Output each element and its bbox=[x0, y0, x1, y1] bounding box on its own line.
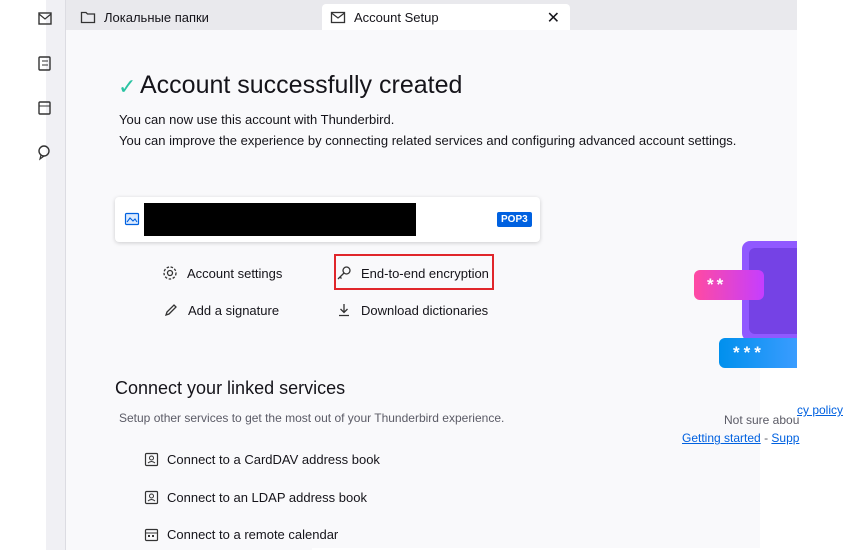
close-icon[interactable]: ✕ bbox=[547, 8, 560, 28]
download-icon bbox=[336, 302, 352, 318]
right-blank bbox=[797, 0, 843, 195]
check-icon: ✓ bbox=[118, 74, 137, 99]
pencil-icon bbox=[163, 302, 179, 318]
redacted-email bbox=[144, 203, 416, 236]
account-settings-button[interactable]: Account settings bbox=[162, 265, 282, 281]
service-label: Connect to an LDAP address book bbox=[167, 490, 367, 505]
tab-label: Account Setup bbox=[354, 9, 439, 25]
address-book-icon bbox=[144, 452, 159, 467]
remote-calendar-button[interactable]: Connect to a remote calendar bbox=[144, 527, 338, 542]
linked-services-subtitle: Setup other services to get the most out… bbox=[119, 411, 505, 425]
linked-services-title: Connect your linked services bbox=[115, 378, 346, 398]
getting-started-link[interactable]: Getting started bbox=[682, 431, 761, 445]
account-setup-content bbox=[66, 30, 797, 550]
illustration-password-blue: *** bbox=[719, 338, 797, 368]
tab-account-setup[interactable]: Account Setup ✕ bbox=[322, 4, 570, 30]
page-subtitle: You can improve the experience by connec… bbox=[119, 133, 737, 148]
protocol-badge: POP3 bbox=[497, 212, 532, 227]
highlight-box bbox=[334, 254, 494, 290]
page-title: Account successfully created bbox=[140, 71, 463, 99]
mail-setup-icon bbox=[330, 9, 346, 25]
privacy-policy-link[interactable]: cy policy bbox=[797, 403, 843, 417]
help-text: Not sure abou bbox=[724, 413, 800, 427]
action-label: Add a signature bbox=[188, 302, 280, 318]
account-card[interactable]: POP3 bbox=[115, 197, 540, 242]
bottom-edge bbox=[0, 550, 843, 558]
mail-icon[interactable] bbox=[38, 10, 52, 28]
action-label: Account settings bbox=[187, 265, 283, 281]
add-signature-button[interactable]: Add a signature bbox=[163, 302, 279, 318]
left-strip bbox=[0, 0, 46, 558]
illustration-password-pink: ** bbox=[694, 270, 764, 300]
calendar-icon[interactable] bbox=[38, 99, 52, 117]
folder-icon bbox=[80, 9, 96, 25]
right-blank bbox=[797, 368, 843, 558]
tab-label: Локальные папки bbox=[104, 9, 209, 25]
address-book-icon bbox=[144, 490, 159, 505]
ldap-button[interactable]: Connect to an LDAP address book bbox=[144, 490, 367, 505]
service-label: Connect to a remote calendar bbox=[167, 527, 339, 542]
chat-icon[interactable] bbox=[38, 143, 52, 161]
account-icon bbox=[124, 211, 140, 227]
spaces-toolbar bbox=[46, 0, 66, 550]
help-links: Getting started - Supp bbox=[682, 431, 799, 445]
download-dictionaries-button[interactable]: Download dictionaries bbox=[336, 302, 488, 318]
link-separator: - bbox=[764, 431, 769, 445]
tab-local-folders[interactable]: Локальные папки bbox=[72, 4, 320, 30]
page-subtitle: You can now use this account with Thunde… bbox=[119, 112, 395, 127]
service-label: Connect to a CardDAV address book bbox=[167, 452, 380, 467]
calendar-icon bbox=[144, 527, 159, 542]
gear-icon bbox=[162, 265, 178, 281]
action-label: Download dictionaries bbox=[361, 302, 489, 318]
address-book-icon[interactable] bbox=[38, 55, 52, 73]
carddav-button[interactable]: Connect to a CardDAV address book bbox=[144, 452, 380, 467]
support-link[interactable]: Supp bbox=[771, 431, 799, 445]
